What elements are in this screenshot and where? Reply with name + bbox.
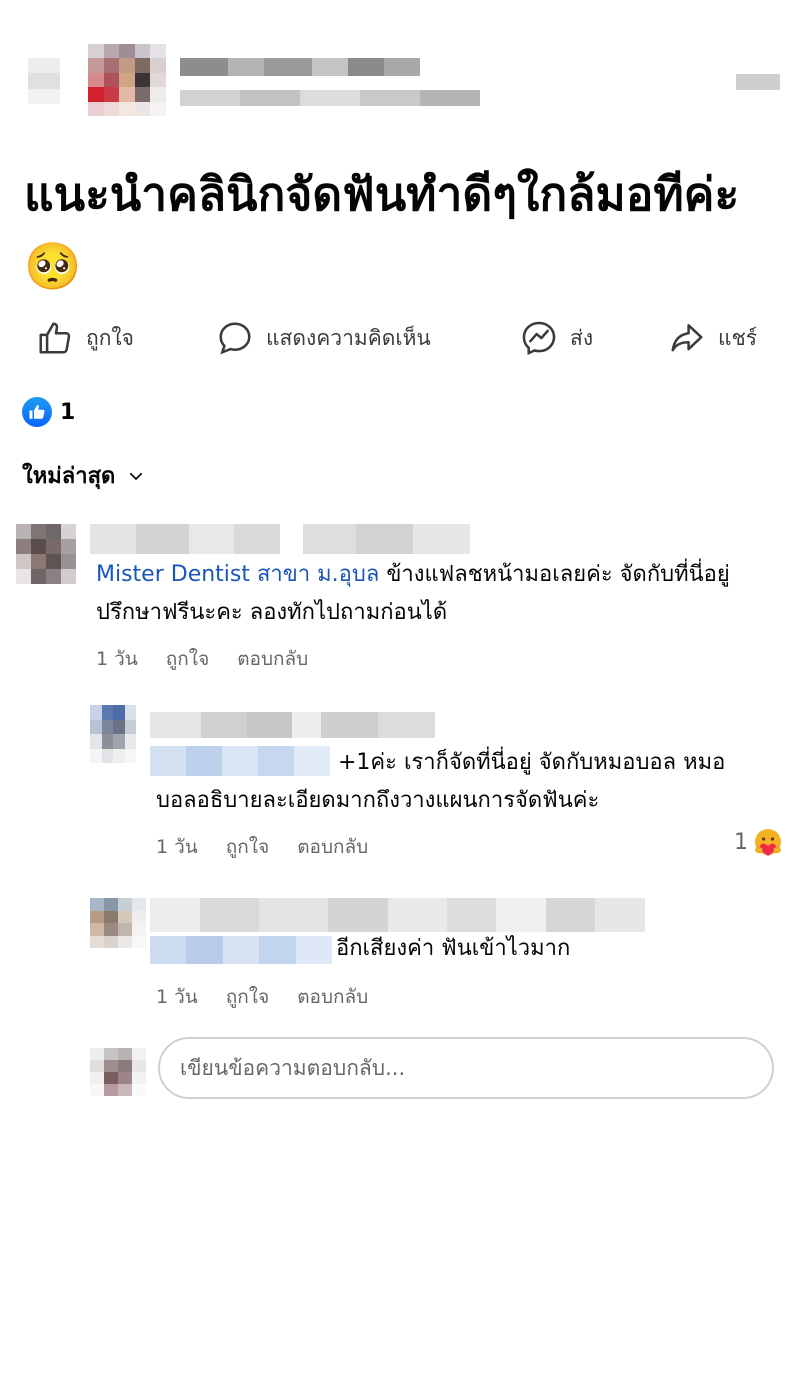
comment-meta: 1 วัน ถูกใจ ตอบกลับ [96, 644, 308, 674]
reply-body: +1ค่ะ เราก็จัดที่นี่อยู่ จัดกับหมอบอล หม… [156, 750, 726, 813]
reply-timestamp[interactable]: 1 วัน [156, 982, 198, 1012]
send-button[interactable]: ส่ง [520, 310, 593, 366]
reply-avatar[interactable] [90, 898, 146, 948]
post-title: แนะนำคลินิกจัดฟันทำดีๆใกล้มอทีค่ะ🥺 [24, 167, 740, 293]
chevron-down-icon [130, 472, 143, 480]
commenter-name-blurred[interactable] [90, 524, 470, 554]
send-label: ส่ง [570, 325, 594, 350]
page-mention-link[interactable]: Mister Dentist สาขา ม.อุบล [96, 562, 379, 587]
comment-reply-button[interactable]: ตอบกลับ [237, 644, 308, 674]
comment-like-button[interactable]: ถูกใจ [166, 644, 209, 674]
reply-like-button[interactable]: ถูกใจ [226, 832, 269, 862]
reply-reply-button[interactable]: ตอบกลับ [297, 832, 368, 862]
comment-label: แสดงความคิดเห็น [266, 325, 431, 350]
comment-sort-dropdown[interactable]: ใหม่ล่าสุด [22, 458, 145, 493]
reaction-count: 1 [60, 399, 76, 425]
reply-body: อีกเสียงค่า ฟันเข้าไวมาก [336, 936, 571, 961]
care-reaction-icon [755, 829, 781, 856]
reply-mention-blurred[interactable] [150, 936, 332, 964]
share-button[interactable]: แชร์ [668, 310, 757, 366]
like-button[interactable]: ถูกใจ [36, 310, 134, 366]
comment-bubble-icon [219, 322, 251, 355]
share-label: แชร์ [718, 325, 758, 350]
comment-timestamp[interactable]: 1 วัน [96, 644, 138, 674]
comment-button[interactable]: แสดงความคิดเห็น [216, 310, 431, 366]
current-user-avatar [90, 1048, 146, 1096]
more-options-button[interactable] [736, 74, 780, 90]
like-reaction-icon [22, 397, 52, 427]
like-label: ถูกใจ [86, 325, 134, 350]
messenger-icon [522, 321, 556, 355]
author-avatar[interactable] [88, 44, 166, 116]
sort-label: ใหม่ล่าสุด [22, 464, 116, 489]
reply-input[interactable] [158, 1037, 774, 1099]
reply-meta: 1 วัน ถูกใจ ตอบกลับ [156, 832, 368, 862]
reply-like-button[interactable]: ถูกใจ [226, 982, 269, 1012]
post-action-bar: ถูกใจ แสดงความคิดเห็น ส่ง แชร์ [0, 310, 800, 366]
reply-avatar[interactable] [90, 705, 136, 763]
comment-body: Mister Dentist สาขา ม.อุบล ข้างแฟลชหน้าม… [96, 556, 786, 632]
author-name-blurred[interactable] [180, 58, 420, 76]
reactions-summary[interactable]: 1 [22, 397, 75, 427]
reply-author-name-blurred[interactable] [150, 898, 645, 932]
thumbs-up-icon [39, 322, 71, 354]
post-meta-blurred [180, 90, 480, 106]
commenter-avatar[interactable] [16, 524, 76, 584]
header-blurred-element [28, 58, 60, 104]
reply-reply-button[interactable]: ตอบกลับ [297, 982, 368, 1012]
reply-timestamp[interactable]: 1 วัน [156, 832, 198, 862]
reply-author-name-blurred[interactable] [150, 712, 435, 738]
reply-reaction-count[interactable]: 1 [734, 826, 784, 858]
reply-meta: 1 วัน ถูกใจ ตอบกลับ [156, 982, 368, 1012]
share-arrow-icon [671, 324, 703, 352]
reply-reaction-number: 1 [734, 829, 748, 855]
